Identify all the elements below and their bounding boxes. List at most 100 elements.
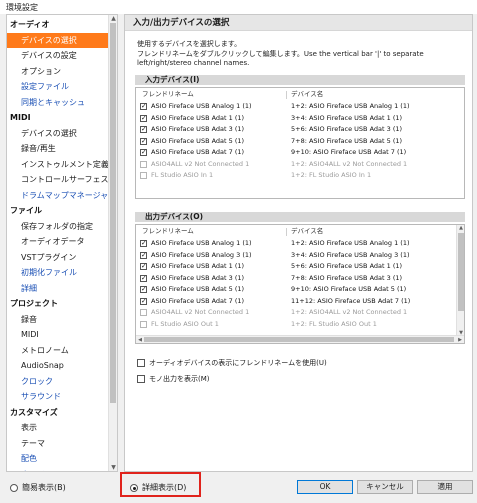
scroll-down-icon[interactable]: ▼ [110,464,117,471]
friendly-name-cell[interactable]: ASIO Fireface USB Adat 7 (1) [151,296,244,308]
friendly-name-cell[interactable]: ASIO Fireface USB Adat 3 (1) [151,273,244,285]
column-divider[interactable] [286,228,287,236]
device-checkbox[interactable]: ✓ [140,251,147,259]
simple-view-label: 簡易表示(B) [22,483,66,492]
sidebar-item[interactable]: 同期とキャッシュ [7,95,110,111]
cancel-button[interactable]: キャンセル [357,480,413,494]
device-name-cell: 11+12: ASIO Fireface USB Adat 7 (1) [291,296,411,305]
sidebar-item[interactable]: オーディオデータ [7,234,110,250]
device-row[interactable]: ✓ ASIO Fireface USB Adat 7 (1) 11+12: ASIO… [136,296,464,308]
device-row[interactable]: ✓ ASIO Fireface USB Adat 3 (1) 5+6: ASIO F… [136,124,464,136]
sidebar-item[interactable]: サラウンド [7,389,110,405]
device-name-cell: 9+10: ASIO Fireface USB Adat 5 (1) [291,285,407,293]
sidebar-item[interactable]: MIDI [7,327,110,343]
device-row[interactable]: ✓ ASIO Fireface USB Adat 1 (1) 5+6: ASIO F… [136,261,464,273]
device-row[interactable]: ✓ ASIO Fireface USB Adat 5 (1) 7+8: ASIO F… [136,136,464,148]
sidebar-item[interactable]: AudioSnap [7,358,110,374]
input-device-list: フレンドリネーム デバイス名 ✓ ASIO Fireface USB Analog… [135,87,465,199]
friendly-name-cell[interactable]: ASIO4ALL v2 Not Connected 1 [151,159,249,171]
friendly-name-cell[interactable]: ASIO4ALL v2 Not Connected 1 [151,307,249,319]
column-device-name[interactable]: デバイス名 [291,89,323,100]
sidebar-item[interactable]: 初期化ファイル [7,265,110,281]
sidebar-item[interactable]: クロック [7,374,110,390]
device-checkbox [140,160,147,168]
friendly-name-cell[interactable]: ASIO Fireface USB Adat 5 (1) [151,284,244,296]
friendly-name-cell[interactable]: ASIO Fireface USB Adat 5 (1) [151,136,244,148]
device-checkbox[interactable]: ✓ [140,114,147,122]
device-row[interactable]: ✓ ASIO Fireface USB Adat 3 (1) 7+8: ASIO F… [136,273,464,285]
device-checkbox[interactable]: ✓ [140,286,147,293]
sidebar-item[interactable]: コントロールサーフェス [7,172,110,188]
scroll-right-icon[interactable]: ▶ [456,336,464,343]
device-row[interactable]: ✓ ASIO Fireface USB Adat 7 (1) 9+10: ASIO … [136,147,464,159]
device-row[interactable]: ✓ ASIO Fireface USB Analog 1 (1) 1+2: ASIO… [136,101,464,113]
output-horizontal-scrollbar[interactable]: ◀ ▶ [136,335,464,343]
device-checkbox[interactable]: ✓ [140,240,147,247]
sidebar-item[interactable]: 詳細 [7,281,110,297]
device-checkbox[interactable]: ✓ [140,137,147,145]
sidebar-item[interactable]: 配色 [7,451,110,467]
sidebar-item[interactable]: デバイスの選択 [7,32,110,48]
friendly-name-cell[interactable]: FL Studio ASIO Out 1 [151,319,219,331]
scroll-up-icon[interactable]: ▲ [457,225,464,232]
friendly-name-cell[interactable]: ASIO Fireface USB Adat 3 (1) [151,124,244,136]
window-title: 環境設定 [0,0,477,14]
sidebar-item[interactable]: インストゥルメント定義 [7,157,110,173]
radio-indicator[interactable] [10,484,18,492]
device-row[interactable]: ASIO4ALL v2 Not Connected 1 1+2: ASIO4ALL… [136,307,464,319]
column-friendly-name[interactable]: フレンドリネーム [142,226,194,237]
device-checkbox[interactable]: ✓ [140,297,147,305]
friendly-name-cell[interactable]: ASIO Fireface USB Analog 1 (1) [151,238,252,250]
scroll-up-icon[interactable]: ▲ [110,15,117,22]
sidebar-item[interactable]: デバイスの選択 [7,126,110,142]
device-checkbox[interactable]: ✓ [140,126,147,133]
sidebar-item[interactable]: 録音 [7,312,110,328]
sidebar-item[interactable]: メトロノーム [7,343,110,359]
ok-button[interactable]: OK [297,480,353,494]
device-row[interactable]: ✓ ASIO Fireface USB Adat 5 (1) 9+10: ASIO … [136,284,464,296]
device-row[interactable]: ✓ ASIO Fireface USB Adat 1 (1) 3+4: ASIO F… [136,113,464,125]
device-checkbox[interactable]: ✓ [140,103,147,110]
scroll-left-icon[interactable]: ◀ [136,336,144,343]
sidebar-item[interactable]: 表示 [7,420,110,436]
sidebar-item[interactable]: VSTプラグイン [7,250,110,266]
device-row[interactable]: ASIO4ALL v2 Not Connected 1 1+2: ASIO4ALL… [136,159,464,171]
sidebar-item[interactable]: ドラムマップマネージャ [7,188,110,204]
sidebar-section: カスタマイズ [10,407,58,417]
input-list-header: フレンドリネーム デバイス名 [136,89,464,100]
column-friendly-name[interactable]: フレンドリネーム [142,89,194,100]
sidebar-scrollbar[interactable]: ▲ ▼ [108,15,117,471]
friendly-name-cell[interactable]: ASIO Fireface USB Adat 1 (1) [151,113,244,125]
horizontal-scroll-thumb[interactable] [144,337,454,342]
sidebar-item[interactable]: デバイスの設定 [7,48,110,64]
sidebar-item[interactable]: 録音/再生 [7,141,110,157]
mono-output-checkbox[interactable] [137,375,145,383]
column-device-name[interactable]: デバイス名 [291,226,323,237]
sidebar-section: MIDI [10,113,31,122]
device-row[interactable]: FL Studio ASIO In 1 1+2: FL Studio ASIO I… [136,170,464,182]
device-checkbox[interactable]: ✓ [140,263,147,270]
sidebar-scroll-thumb[interactable] [110,23,116,403]
friendly-name-cell[interactable]: FL Studio ASIO In 1 [151,170,213,182]
friendly-name-cell[interactable]: ASIO Fireface USB Analog 3 (1) [151,250,252,262]
friendly-name-checkbox[interactable] [137,359,145,367]
device-row[interactable]: FL Studio ASIO Out 1 1+2: FL Studio ASIO … [136,319,464,331]
sidebar-item[interactable]: テーマ [7,436,110,452]
sidebar-item[interactable]: オプション [7,64,110,80]
device-row[interactable]: ✓ ASIO Fireface USB Analog 3 (1) 3+4: ASIO… [136,250,464,262]
sidebar-section: ファイル [10,206,42,215]
sidebar-item[interactable]: 保存フォルダの指定 [7,219,110,235]
sidebar-item[interactable]: 設定ファイル [7,79,110,95]
device-row[interactable]: ✓ ASIO Fireface USB Analog 1 (1) 1+2: ASIO… [136,238,464,250]
output-scroll-thumb[interactable] [458,233,464,311]
device-checkbox[interactable]: ✓ [140,149,147,156]
sidebar-item[interactable]: ナッジ [7,467,110,472]
friendly-name-cell[interactable]: ASIO Fireface USB Adat 7 (1) [151,147,244,159]
friendly-name-cell[interactable]: ASIO Fireface USB Analog 1 (1) [151,101,252,113]
output-list-scrollbar[interactable]: ▲ ▼ [456,225,464,337]
device-checkbox[interactable]: ✓ [140,274,147,282]
column-divider[interactable] [286,91,287,99]
device-name-cell: 7+8: ASIO Fireface USB Adat 5 (1) [291,136,403,145]
apply-button[interactable]: 適用 [417,480,473,494]
friendly-name-cell[interactable]: ASIO Fireface USB Adat 1 (1) [151,261,244,273]
